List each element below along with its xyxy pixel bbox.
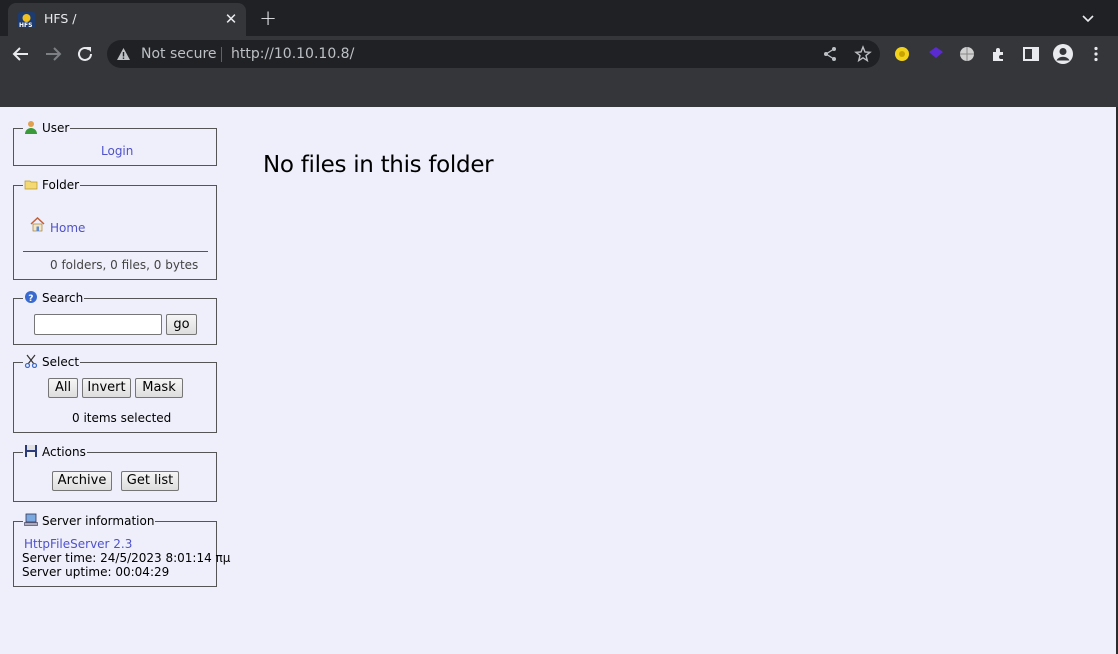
hfs-favicon-icon: HFS — [18, 12, 35, 28]
address-bar[interactable]: Not secure http://10.10.10.8/ — [107, 40, 880, 68]
tab-title: HFS / — [44, 11, 77, 26]
invert-selection-button[interactable]: Invert — [82, 378, 131, 398]
warning-icon[interactable] — [116, 47, 131, 61]
select-legend: Select — [23, 354, 80, 370]
share-icon[interactable] — [822, 46, 838, 62]
actions-legend-label: Actions — [42, 445, 86, 459]
search-go-button[interactable]: go — [166, 314, 197, 335]
bookmarks-bar — [0, 72, 1118, 107]
more-vert-icon[interactable] — [1086, 44, 1106, 64]
mask-button[interactable]: Mask — [135, 378, 183, 398]
folder-stats: 0 folders, 0 files, 0 bytes — [50, 258, 199, 272]
browser-tab-bar: HFS HFS / ✕ + — [0, 0, 1118, 36]
url-text[interactable]: http://10.10.10.8/ — [231, 46, 354, 62]
hfs-version-link[interactable]: HttpFileServer 2.3 — [24, 537, 132, 551]
side-panel-icon[interactable] — [1021, 44, 1041, 64]
folder-icon — [24, 180, 38, 190]
actions-legend: Actions — [23, 444, 87, 460]
server-computer-icon — [24, 513, 38, 526]
login-link[interactable]: Login — [101, 144, 133, 158]
folder-legend-label: Folder — [42, 178, 80, 192]
search-legend: ? Search — [23, 290, 84, 306]
user-legend: User — [23, 120, 70, 136]
chevron-down-icon[interactable] — [1080, 10, 1096, 26]
select-legend-label: Select — [42, 355, 80, 369]
puzzle-extensions-icon[interactable] — [989, 44, 1009, 64]
help-question-icon: ? — [25, 291, 37, 304]
reload-icon[interactable] — [75, 44, 95, 64]
server-legend: Server information — [23, 513, 155, 529]
search-legend-label: Search — [42, 291, 84, 305]
get-list-button[interactable]: Get list — [121, 471, 179, 491]
purple-extension-icon[interactable] — [926, 44, 946, 64]
svg-text:?: ? — [28, 294, 33, 304]
server-legend-label: Server information — [42, 514, 155, 528]
yellow-extension-icon[interactable] — [892, 44, 912, 64]
floppy-disk-icon — [25, 445, 37, 457]
svg-text:HFS: HFS — [19, 22, 32, 28]
server-time: Server time: 24/5/2023 8:01:14 πμ — [22, 551, 231, 565]
user-panel: User — [13, 120, 217, 166]
back-arrow-icon[interactable] — [11, 44, 31, 64]
browser-toolbar: Not secure http://10.10.10.8/ 2 — [0, 36, 1118, 105]
address-separator — [221, 47, 222, 62]
close-tab-icon[interactable]: ✕ — [222, 10, 240, 28]
search-input[interactable] — [34, 314, 162, 335]
select-all-button[interactable]: All — [48, 378, 78, 398]
user-legend-label: User — [42, 121, 70, 135]
browser-tab[interactable]: HFS HFS / ✕ — [8, 3, 246, 36]
bookmark-star-icon[interactable] — [854, 45, 872, 63]
folder-legend: Folder — [23, 177, 80, 193]
home-link[interactable]: Home — [50, 221, 85, 235]
empty-folder-message: No files in this folder — [263, 152, 494, 178]
server-uptime: Server uptime: 00:04:29 — [22, 565, 170, 579]
globe-extension-icon[interactable] — [957, 44, 977, 64]
home-icon[interactable] — [30, 217, 45, 232]
actions-panel: Actions — [13, 444, 217, 502]
new-tab-button[interactable]: + — [258, 8, 278, 29]
security-status[interactable]: Not secure — [141, 46, 217, 62]
archive-button[interactable]: Archive — [52, 471, 112, 491]
user-icon — [25, 121, 37, 134]
folder-divider — [23, 251, 208, 252]
forward-arrow-icon[interactable] — [43, 44, 63, 64]
profile-avatar-icon[interactable] — [1052, 43, 1074, 65]
scissors-icon — [24, 354, 38, 368]
selected-count: 0 items selected — [72, 411, 172, 425]
